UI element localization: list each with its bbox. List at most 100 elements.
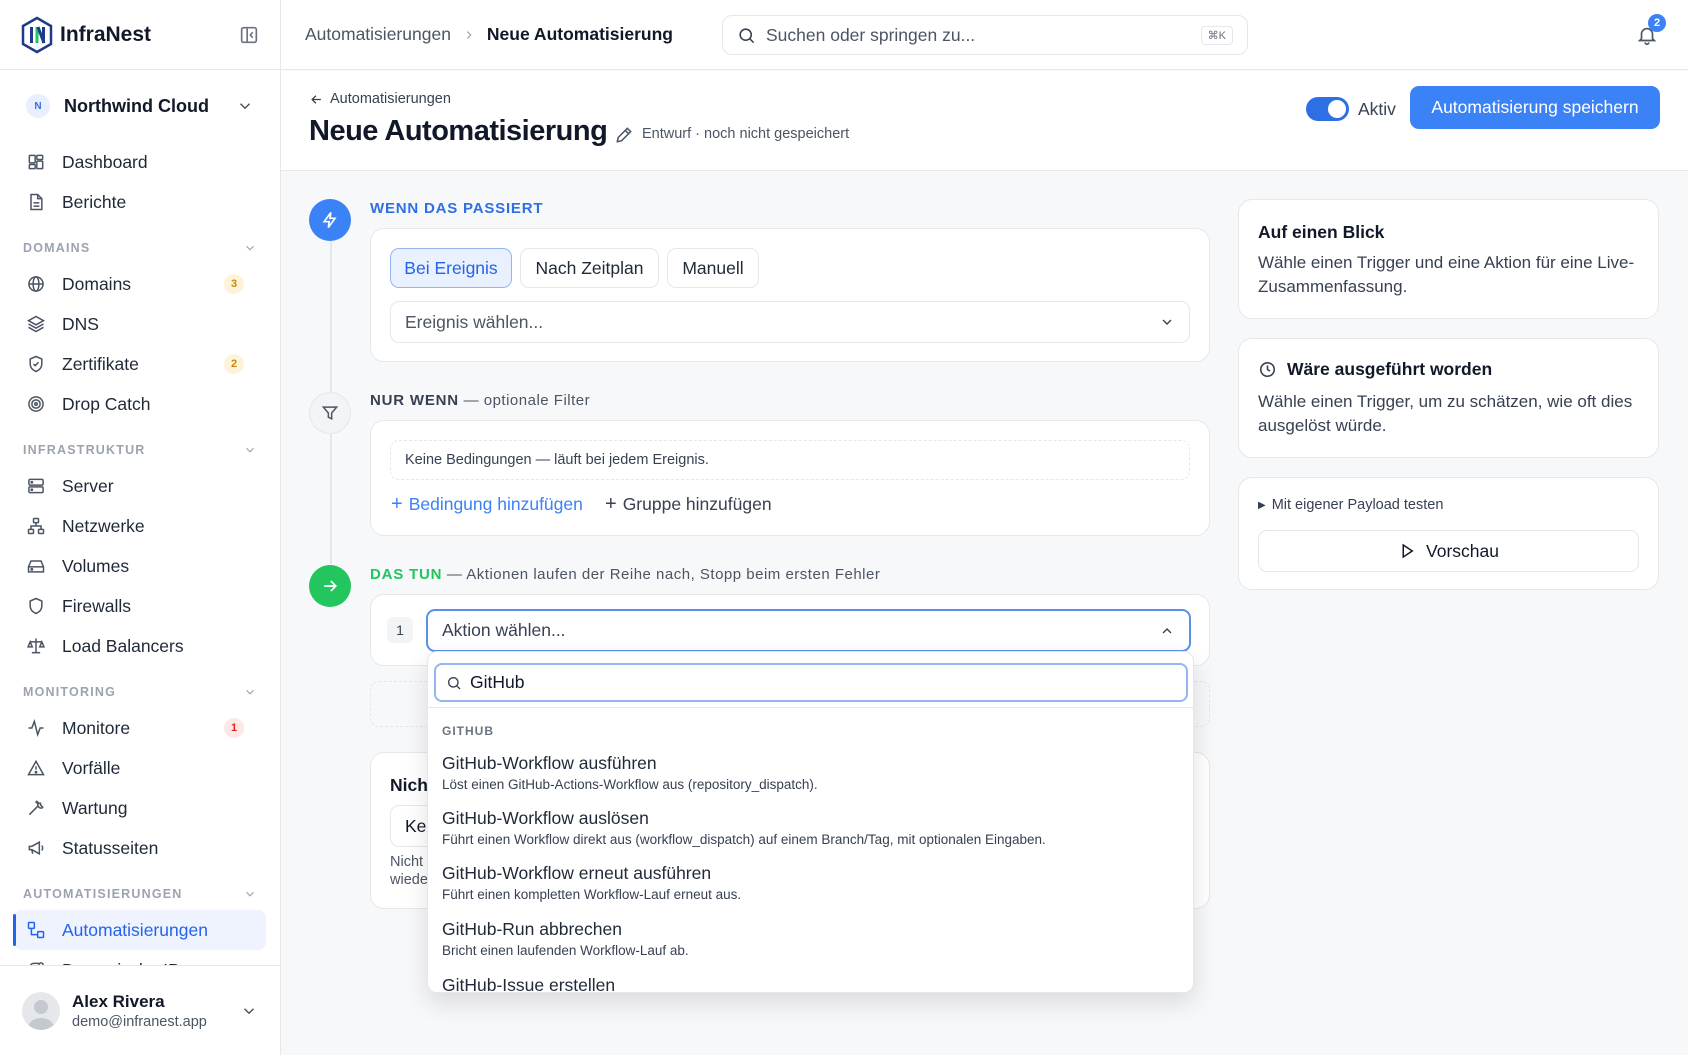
shield-icon [29,597,43,615]
sidebar-item-label: Server [62,475,114,496]
option-title: GitHub-Run abbrechen [442,919,622,939]
action-search-input[interactable] [470,672,1176,693]
search-icon [448,676,461,689]
sidebar-item-drop-catch[interactable]: Drop Catch [0,384,280,424]
summary-title: Auf einen Blick [1258,222,1385,242]
section-infrastruktur[interactable]: INFRASTRUKTUR [0,434,280,466]
user-menu[interactable]: Alex Rivera demo@infranest.app [0,965,280,1055]
add-condition-button[interactable]: + Bedingung hinzufügen [391,493,583,516]
user-email: demo@infranest.app [72,1013,207,1030]
action-search[interactable] [434,663,1188,702]
chevron-right-icon [466,30,472,39]
filter-step-sublabel: — optionale Filter [458,392,591,409]
sidebar-item-netzwerke[interactable]: Netzwerke [0,506,280,546]
plus-icon: + [391,493,403,515]
chevron-down-icon [246,245,254,251]
brand: InfraNest [0,0,280,70]
back-link[interactable]: Automatisierungen [309,91,451,107]
action-dropdown: GITHUB GitHub-Workflow ausführen Löst ei… [427,651,1194,993]
sidebar-item-vorfaelle[interactable]: Vorfälle [0,748,280,788]
action-select[interactable]: Aktion wählen... [426,609,1191,652]
sidebar-item-label: Firewalls [62,595,132,616]
add-group-label: Gruppe hinzufügen [622,494,772,514]
section-monitoring[interactable]: MONITORING [0,676,280,708]
sidebar-item-dns[interactable]: DNS [0,304,280,344]
sidebar-item-label: Drop Catch [62,393,151,414]
dropdown-option[interactable]: GitHub-Workflow erneut ausführen Führt e… [428,863,1193,902]
section-title: MONITORING [23,685,117,699]
target-icon [28,396,44,412]
page-title: Neue Automatisierung [309,115,608,147]
summary-text: Wähle einen Trigger und eine Aktion für … [1258,253,1635,296]
filter-card: Keine Bedingungen — läuft bei jedem Erei… [370,420,1210,536]
play-icon [1402,543,1414,559]
add-group-button[interactable]: + Gruppe hinzufügen [605,493,772,516]
save-automation-button[interactable]: Automatisierung speichern [1410,86,1660,129]
dropdown-option[interactable]: GitHub-Workflow auslösen Führt einen Wor… [428,808,1193,847]
chevron-down-icon [239,103,251,110]
hard-drive-icon [27,560,45,573]
sidebar-item-firewalls[interactable]: Firewalls [0,586,280,626]
sidebar-item-label: Zertifikate [62,353,139,374]
page-header: Automatisierungen Neue Automatisierung E… [281,71,1688,171]
sidebar-item-monitore[interactable]: Monitore 1 [0,708,280,748]
event-select[interactable]: Ereignis wählen... [390,301,1190,343]
report-icon [30,193,43,211]
option-description: Führt einen Workflow direkt aus (workflo… [442,832,1046,847]
active-toggle[interactable] [1306,97,1349,121]
sidebar-item-zertifikate[interactable]: Zertifikate 2 [0,344,280,384]
sidebar-item-label: Domains [62,273,132,294]
workspace-switcher[interactable]: N Northwind Cloud [0,70,280,142]
sidebar-item-label: Vorfälle [62,757,121,778]
sidebar-item-wartung[interactable]: Wartung [0,788,280,828]
section-domains[interactable]: DOMAINS [0,232,280,264]
user-name: Alex Rivera [72,991,165,1011]
preview-button[interactable]: Vorschau [1258,530,1639,572]
dropdown-option[interactable]: GitHub-Issue erstellen [428,975,1193,993]
dropdown-option[interactable]: GitHub-Run abbrechen Bricht einen laufen… [428,919,1193,958]
draft-status: Entwurf · noch nicht gespeichert [642,126,850,142]
preview-label: Vorschau [1426,540,1499,561]
sidebar-item-label: Monitore [62,717,131,738]
action-step-badge [309,565,351,607]
chevron-down-icon [243,1007,255,1014]
trigger-option-schedule[interactable]: Nach Zeitplan [520,248,659,288]
action-step-number: 1 [387,617,413,643]
megaphone-icon [28,840,44,856]
sidebar-item-statusseiten[interactable]: Statusseiten [0,828,280,868]
arrow-right-icon [324,580,338,592]
trigger-step-label: WENN DAS PASSIERT [370,200,544,217]
payload-test-toggle[interactable]: ▶ Mit eigener Payload testen [1258,497,1443,513]
sidebar-item-domains[interactable]: Domains 3 [0,264,280,304]
sidebar-collapse-icon[interactable] [238,24,260,46]
sidebar-item-berichte[interactable]: Berichte [0,182,280,222]
trigger-step-badge [309,199,351,241]
back-link-label: Automatisierungen [330,91,451,107]
sidebar-item-automatisierungen[interactable]: Automatisierungen [13,910,266,950]
section-automatisierungen[interactable]: AUTOMATISIERUNGEN [0,878,280,910]
dropdown-option[interactable]: GitHub-Workflow ausführen Löst einen Git… [428,753,1193,792]
plus-icon: + [605,493,617,515]
sidebar-item-volumes[interactable]: Volumes [0,546,280,586]
sidebar-item-server[interactable]: Server [0,466,280,506]
divider [428,707,1193,708]
error-card-text: wiede [390,872,428,888]
breadcrumb-link[interactable]: Automatisierungen [305,24,451,45]
trigger-option-manual[interactable]: Manuell [667,248,759,288]
option-description: Führt einen kompletten Workflow-Lauf ern… [442,887,742,902]
arrow-left-icon [311,94,321,104]
count-badge: 2 [224,354,244,374]
global-search[interactable]: ⌘K [722,15,1248,55]
action-step-title: DAS TUN [370,566,443,583]
action-select-value: Aktion wählen... [442,620,566,640]
add-condition-label: Bedingung hinzufügen [408,494,583,514]
trigger-option-event[interactable]: Bei Ereignis [390,248,512,288]
pencil-icon[interactable] [614,125,634,145]
sidebar-item-dashboard[interactable]: Dashboard [0,142,280,182]
search-input[interactable] [766,24,1201,46]
sidebar-item-label: Load Balancers [62,635,184,656]
option-title: GitHub-Issue erstellen [442,975,616,993]
scale-icon [26,638,46,654]
workflow-icon [27,921,45,939]
sidebar-item-load-balancers[interactable]: Load Balancers [0,626,280,666]
